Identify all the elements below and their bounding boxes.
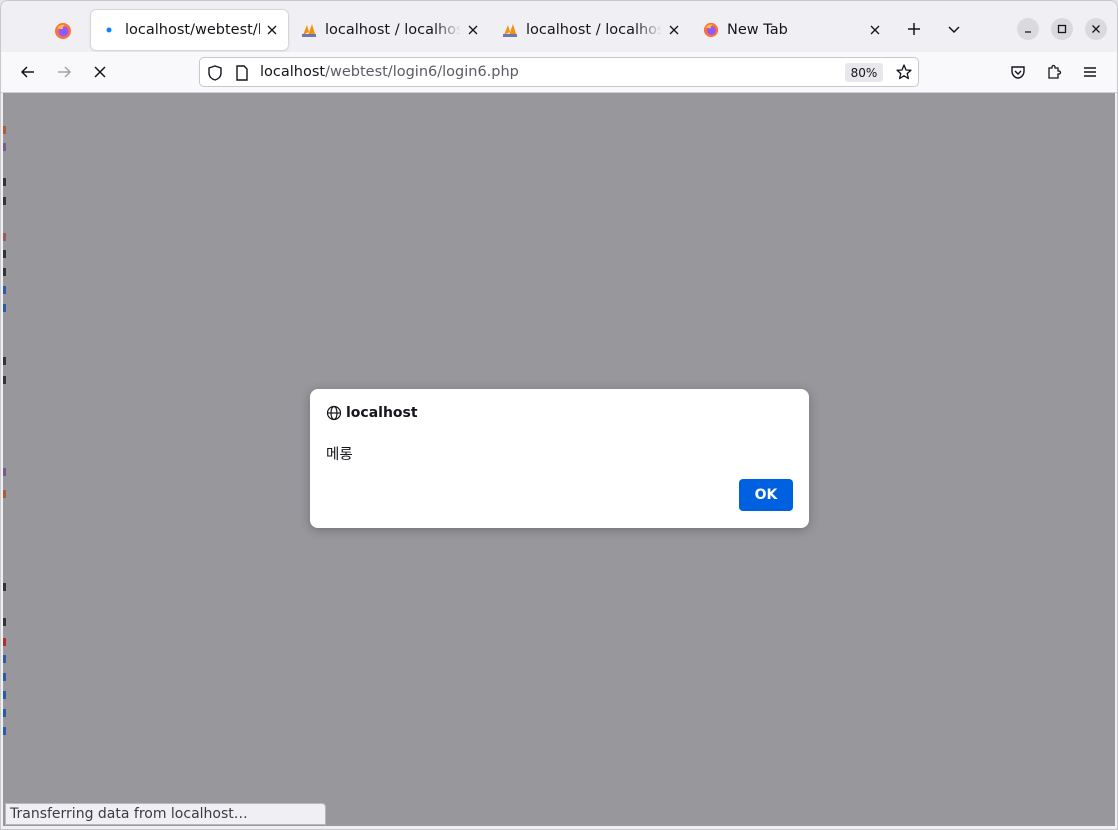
tab-label: localhost / localhost / webtest — [526, 22, 662, 38]
close-icon[interactable] — [867, 22, 883, 38]
close-window-button[interactable] — [1085, 18, 1107, 40]
edge-mark — [3, 638, 6, 646]
edge-mark — [3, 143, 6, 151]
stop-x-icon — [94, 66, 106, 78]
alert-dialog: localhost 메롱 OK — [310, 389, 809, 528]
shield-icon[interactable] — [206, 64, 224, 82]
dialog-origin-label: localhost — [346, 405, 418, 421]
address-bar[interactable]: localhost/webtest/login6/login6.php 80% — [199, 57, 919, 87]
tab-strip: localhost/webtest/login6/login6.php loca… — [1, 1, 1117, 53]
minimize-button[interactable] — [1017, 18, 1039, 40]
stop-button[interactable] — [88, 60, 112, 84]
list-all-tabs-button[interactable] — [942, 17, 966, 41]
edge-mark — [3, 490, 6, 498]
pocket-button[interactable] — [1006, 60, 1030, 84]
globe-icon — [326, 405, 342, 421]
tab-new-tab[interactable]: New Tab — [693, 10, 891, 50]
edge-mark — [3, 178, 6, 186]
hamburger-icon — [1084, 67, 1096, 77]
puzzle-icon — [1048, 64, 1062, 79]
back-button[interactable] — [16, 60, 40, 84]
close-icon — [1092, 25, 1100, 33]
arrow-left-icon — [20, 66, 34, 78]
edge-mark — [3, 673, 6, 681]
edge-mark — [3, 197, 6, 205]
edge-mark — [3, 655, 6, 663]
tab-login6[interactable]: localhost/webtest/login6/login6.php — [91, 10, 288, 50]
tab-phpmyadmin-2[interactable]: localhost / localhost / webtest — [492, 10, 690, 50]
edge-mark — [3, 583, 6, 591]
tab-phpmyadmin-1[interactable]: localhost / localhost / webtest — [291, 10, 489, 50]
maximize-icon — [1057, 24, 1067, 34]
obscured-page-edge — [3, 93, 7, 826]
pocket-icon — [1011, 66, 1025, 79]
tab-label: localhost / localhost / webtest — [325, 22, 461, 38]
chevron-down-icon — [948, 26, 960, 34]
navigation-bar: localhost/webtest/login6/login6.php 80% — [1, 52, 1117, 93]
forward-button[interactable] — [52, 60, 76, 84]
browser-window: localhost/webtest/login6/login6.php loca… — [0, 0, 1118, 830]
edge-mark — [3, 468, 6, 476]
minimize-icon — [1025, 31, 1031, 33]
close-icon[interactable] — [465, 22, 481, 38]
edge-mark — [3, 304, 6, 312]
arrow-right-icon — [58, 66, 72, 78]
phpmyadmin-icon — [502, 22, 518, 38]
status-bar: Transferring data from localhost… — [5, 803, 326, 825]
zoom-indicator[interactable]: 80% — [845, 63, 883, 82]
menu-button[interactable] — [1078, 60, 1102, 84]
edge-mark — [3, 691, 6, 699]
edge-mark — [3, 268, 6, 276]
edge-mark — [3, 286, 6, 294]
firefox-icon — [55, 23, 71, 39]
url-host: localhost — [260, 64, 326, 80]
close-icon[interactable] — [666, 22, 682, 38]
url-text[interactable]: localhost/webtest/login6/login6.php — [260, 64, 519, 80]
edge-mark — [3, 618, 6, 626]
dialog-message: 메롱 — [326, 447, 353, 463]
tab-label: localhost/webtest/login6/login6.php — [125, 22, 260, 38]
edge-mark — [3, 727, 6, 735]
star-icon[interactable] — [895, 63, 913, 81]
edge-mark — [3, 709, 6, 717]
tab-label: New Tab — [727, 22, 788, 38]
new-tab-button[interactable] — [902, 17, 926, 41]
edge-mark — [3, 357, 6, 365]
phpmyadmin-icon — [301, 22, 317, 38]
edge-mark — [3, 250, 6, 258]
edge-mark — [3, 376, 6, 384]
url-path: /webtest/login6/login6.php — [325, 64, 519, 80]
edge-mark — [3, 126, 6, 134]
firefox-view-button[interactable] — [49, 17, 77, 45]
extensions-button[interactable] — [1042, 60, 1066, 84]
page-icon[interactable] — [234, 64, 250, 82]
dialog-origin: localhost — [326, 405, 418, 421]
firefox-icon — [703, 22, 719, 38]
loading-dot-icon — [101, 22, 117, 38]
edge-mark — [3, 233, 6, 241]
maximize-button[interactable] — [1051, 18, 1073, 40]
plus-icon — [908, 23, 920, 35]
close-icon[interactable] — [264, 22, 280, 38]
ok-button[interactable]: OK — [739, 479, 793, 511]
